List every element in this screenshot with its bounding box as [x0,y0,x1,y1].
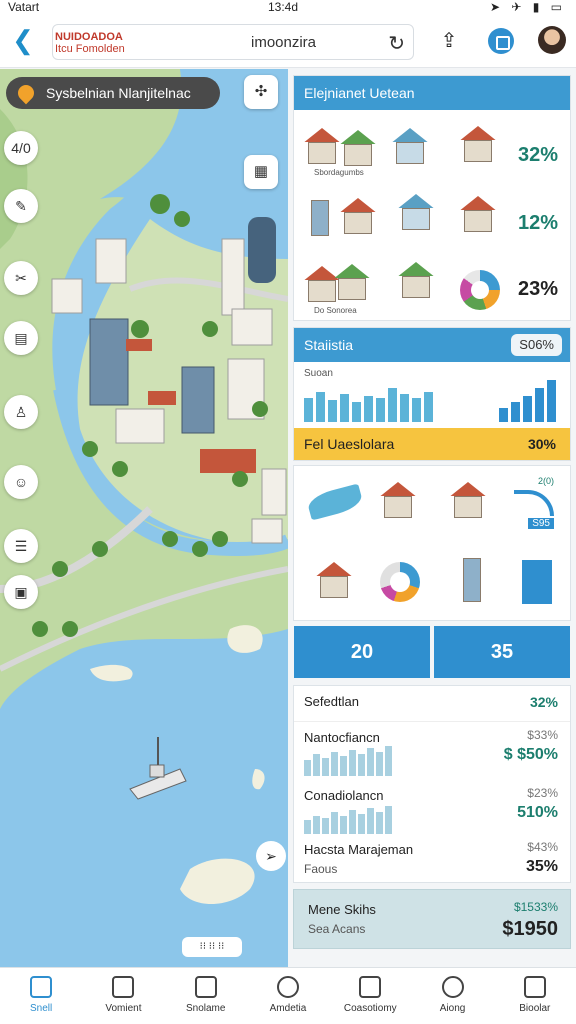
tower-icon[interactable] [302,200,338,236]
tabs-button[interactable] [488,28,514,54]
nav-item-vomient[interactable]: Vomient [82,968,164,1024]
map-tool-a[interactable]: 4/0 [4,131,38,165]
user-icon[interactable]: ☺ [4,465,38,499]
nav-item-aiong[interactable]: Aiong [411,968,493,1024]
buildings-card: Elejnianet Uetean Sbordagumbs 32% 12% Do… [293,75,571,321]
icons-card: 2(0) S95 [293,465,571,621]
nav-item-snell[interactable]: Snell [0,968,82,1024]
ship [129,737,187,800]
inbox-icon [194,976,217,998]
chart-icon [112,976,135,998]
people-icon [441,976,464,998]
map-title-text: Sysbelnian Nlanjitelnac [46,85,191,101]
note-icon[interactable]: ▦ [244,155,278,189]
stats-card: Staiistia S06% Suoan Fel Uaeslolara 30% [293,327,571,461]
url-text: imoonzira [251,34,317,51]
city-map[interactable]: Sysbelnian Nlanjitelnac 4/0 ✎ ✂ ▤ ♙ ☺ ☰ … [0,69,288,967]
building-icon[interactable] [340,130,376,166]
box-icon [523,976,546,998]
stats-list-card: Sefedtlan 32% Nantocfiancn $33% $ $50% C… [293,685,571,883]
chart-label: 2(0) [537,476,554,486]
carrier-label: Vatart [8,0,40,14]
clock: 13:4d [268,0,299,14]
map-zoom-control[interactable]: ⁝⁝ ⁝⁝ ⁝⁝ [182,937,242,957]
building-icon[interactable] [460,126,496,162]
building-icon[interactable] [398,194,434,230]
address-bar[interactable]: NUIDOADOA Itcu Fomolden imoonzira ↻ [52,24,414,60]
list-item[interactable]: Nantocfiancn $33% $ $50% [294,722,570,780]
buildings-card-title: Elejnianet Uetean [294,76,570,110]
home-icon [30,976,53,998]
reload-icon[interactable]: ↻ [388,31,405,56]
calendar-icon [359,976,382,998]
map-terrain [0,69,288,904]
building-icon[interactable] [316,562,352,598]
nav-item-amdetia[interactable]: Amdetia [247,968,329,1024]
navigate-arrow-icon[interactable]: ➢ [256,841,286,871]
donut-chart-icon [460,270,500,310]
metric-tile-1[interactable]: 20 [294,626,430,678]
compass-icon[interactable]: ✣ [244,75,278,109]
mini-bars [304,746,392,776]
book-icon[interactable]: ▤ [4,321,38,355]
pie-chart-icon [380,562,420,602]
building-icon[interactable] [380,482,416,518]
mini-bars [304,804,392,834]
leaf-icon[interactable] [305,483,365,521]
list-icon[interactable]: ☰ [4,529,38,563]
building-icon[interactable] [392,128,428,164]
percent-2: 12% [517,212,558,234]
gauge-icon [514,490,554,516]
compass-icon [276,976,299,998]
percent-3: 23% [517,278,558,300]
nav-item-coasotiomy[interactable]: Coasotiomy [329,968,411,1024]
building-icon[interactable] [334,264,370,300]
stats-card-header: Staiistia S06% [294,328,570,362]
site-brand: NUIDOADOA Itcu Fomolden [55,31,125,55]
back-chevron-icon[interactable]: ❮ [8,26,38,56]
gallery-icon[interactable]: ▣ [4,575,38,609]
stats-caption: Suoan [304,368,333,379]
tools-icon[interactable]: ✂ [4,261,38,295]
person-icon[interactable]: ♙ [4,395,38,429]
strip-label: Fel Uaeslolara [304,436,395,452]
buildings-caption-2: Do Sonorea [314,306,357,315]
stats-bars-right [499,380,556,422]
stats-bars-left [304,382,433,422]
nav-item-bioolar[interactable]: Bioolar [494,968,576,1024]
building-icon[interactable] [460,196,496,232]
nav-item-snolame[interactable]: Snolame [165,968,247,1024]
tower-icon[interactable] [454,558,490,602]
summary-card[interactable]: Mene Skihs Sea Acans $1533% $1950 [293,889,571,949]
side-panel: Elejnianet Uetean Sbordagumbs 32% 12% Do… [290,69,576,967]
gauge-badge: S95 [528,518,554,529]
metric-tile-2[interactable]: 35 [434,626,570,678]
document-chart-icon[interactable] [522,560,552,604]
stats-card-title: Staiistia [304,337,354,353]
building-icon[interactable] [304,128,340,164]
bottom-nav: Snell Vomient Snolame Amdetia Coasotiomy… [0,967,576,1024]
avatar[interactable] [538,26,566,54]
list-item[interactable]: Sefedtlan 32% [294,686,570,722]
list-item[interactable]: Hacsta Marajeman Faous $43% 35% [294,834,570,884]
share-icon[interactable]: ⇪ [436,28,462,54]
percent-1: 32% [517,144,558,166]
stats-pill[interactable]: S06% [511,334,562,356]
highlight-strip[interactable]: Fel Uaeslolara 30% [294,428,570,460]
map-title-chip[interactable]: Sysbelnian Nlanjitelnac [6,77,220,109]
building-icon[interactable] [340,198,376,234]
pen-icon[interactable]: ✎ [4,189,38,223]
browser-toolbar: ❮ NUIDOADOA Itcu Fomolden imoonzira ↻ ⇪ [0,16,576,68]
location-pin-icon [14,81,38,105]
status-bar: Vatart 13:4d ➤ ✈ ▮ ▭ [0,0,576,16]
building-icon[interactable] [450,482,486,518]
building-icon[interactable] [398,262,434,298]
status-icons: ➤ ✈ ▮ ▭ [489,0,566,14]
strip-value: 30% [527,436,556,452]
buildings-caption: Sbordagumbs [314,168,364,177]
list-item[interactable]: Conadiolancn $23% 510% [294,780,570,838]
